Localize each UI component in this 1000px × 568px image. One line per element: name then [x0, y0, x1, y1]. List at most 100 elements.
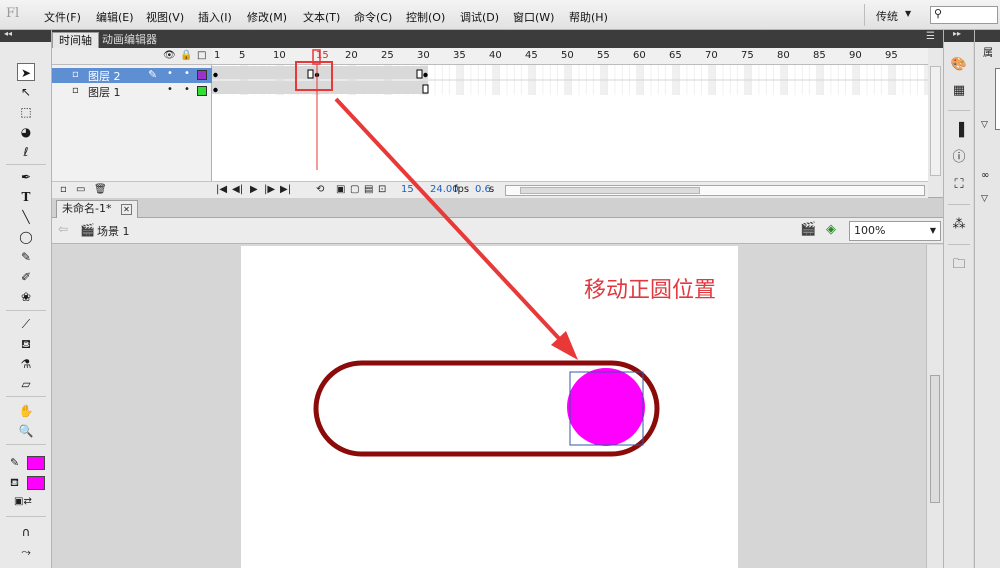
align-panel-icon[interactable]: ▐ — [950, 122, 968, 140]
lock-dot[interactable]: • — [184, 68, 190, 79]
play-icon[interactable]: ▶ — [250, 184, 258, 195]
delete-layer-icon[interactable]: 🗑 — [94, 184, 107, 195]
onion-skin-icon[interactable]: ▣ — [336, 184, 345, 195]
color-panel-icon[interactable]: 🎨 — [950, 56, 968, 74]
new-layer-icon[interactable]: ▫ — [60, 184, 67, 195]
pen-tool-icon[interactable]: ✒ — [17, 168, 35, 186]
swap-colors-icon[interactable]: ▣⇄ — [14, 496, 32, 507]
link-icon[interactable]: ∞ — [981, 170, 989, 181]
info-panel-icon[interactable]: ⓘ — [950, 149, 968, 167]
scrollbar-thumb[interactable] — [930, 375, 940, 503]
menu-commands[interactable]: 命令(C) — [354, 9, 392, 25]
visibility-dot[interactable]: • — [167, 68, 173, 79]
back-arrow-icon[interactable]: ⇦ — [58, 222, 68, 236]
loop-icon[interactable]: ⟲ — [316, 184, 324, 195]
stage[interactable]: 移动正圆位置 — [241, 246, 738, 568]
tools-panel-header[interactable]: ◂◂ — [0, 29, 51, 42]
current-frame-value[interactable]: 15 — [401, 184, 414, 195]
collapse-icon[interactable]: ▸▸ — [953, 29, 961, 38]
text-tool-icon[interactable]: T — [17, 188, 35, 206]
visibility-dot[interactable]: • — [167, 84, 173, 95]
modify-markers-icon[interactable]: ⊡ — [378, 184, 386, 195]
scene-breadcrumb[interactable]: 场景 1 — [97, 223, 130, 239]
hand-tool-icon[interactable]: ✋ — [17, 402, 35, 420]
menu-window[interactable]: 窗口(W) — [513, 9, 554, 25]
bone-tool-icon[interactable]: ⟋ — [17, 315, 35, 333]
lasso-tool-icon[interactable]: ℓ — [17, 143, 35, 161]
tab-properties[interactable]: 属 — [983, 44, 993, 59]
panel-menu-icon[interactable]: ☰ — [926, 31, 935, 42]
edit-scene-icon[interactable]: 🎬 — [800, 222, 816, 237]
layer-row-1[interactable]: ▫ 图层 1 • • — [52, 84, 212, 99]
fill-color-swatch[interactable] — [27, 476, 45, 490]
line-tool-icon[interactable]: ╲ — [17, 208, 35, 226]
timeline-horizontal-scrollbar[interactable] — [505, 185, 925, 196]
components-panel-icon[interactable]: ⁂ — [950, 216, 968, 234]
stage-vertical-scrollbar[interactable] — [926, 245, 943, 568]
transform-panel-icon[interactable]: ⛶ — [950, 176, 968, 194]
edit-symbols-icon[interactable]: ◈ — [826, 222, 836, 237]
right-dock-header[interactable]: ▸▸ — [944, 29, 974, 42]
chevron-down-icon[interactable]: ▽ — [981, 194, 988, 204]
tab-timeline[interactable]: 时间轴 — [52, 32, 99, 48]
swatches-panel-icon[interactable]: ▦ — [950, 82, 968, 100]
subselection-tool-icon[interactable]: ↖ — [17, 83, 35, 101]
eye-icon[interactable]: 👁 — [163, 50, 176, 61]
timeline-vertical-scrollbar[interactable] — [930, 66, 941, 176]
document-tab[interactable]: 未命名-1* ✕ — [56, 200, 138, 218]
help-search-input[interactable]: ⚲ — [930, 6, 998, 24]
lock-dot[interactable]: • — [184, 84, 190, 95]
selection-tool-icon[interactable]: ➤ — [17, 63, 35, 81]
first-frame-icon[interactable]: |◀ — [216, 184, 227, 195]
layer-outline-color[interactable] — [197, 70, 207, 80]
smooth-icon[interactable]: ⤳ — [17, 543, 35, 561]
zoom-select[interactable]: 100% ▼ — [849, 221, 941, 241]
zoom-tool-icon[interactable]: 🔍 — [17, 422, 35, 440]
paint-bucket-tool-icon[interactable]: ⛾ — [17, 335, 35, 353]
close-icon[interactable]: ✕ — [120, 203, 132, 215]
prev-frame-icon[interactable]: ◀| — [232, 184, 243, 195]
chevron-down-icon[interactable]: ▽ — [981, 120, 988, 130]
frame-ruler[interactable]: 1 5 10 15 20 25 30 35 40 45 50 55 60 65 … — [212, 48, 928, 65]
menu-edit[interactable]: 编辑(E) — [96, 9, 134, 25]
menu-debug[interactable]: 调试(D) — [460, 9, 499, 25]
snap-magnet-icon[interactable]: ∩ — [17, 523, 35, 541]
3d-rotation-tool-icon[interactable]: ◕ — [17, 123, 35, 141]
layer-outline-color[interactable] — [197, 86, 207, 96]
edit-multiple-frames-icon[interactable]: ▤ — [364, 184, 373, 195]
last-frame-icon[interactable]: ▶| — [280, 184, 291, 195]
magenta-circle[interactable] — [567, 368, 645, 446]
layer-row-2[interactable]: ▫ 图层 2 ✎ • • — [52, 68, 212, 83]
chevron-down-icon[interactable]: ▼ — [930, 222, 936, 240]
menu-help[interactable]: 帮助(H) — [569, 9, 608, 25]
layer-header: 👁 🔒 □ — [52, 48, 212, 65]
pencil-tool-icon[interactable]: ✎ — [17, 248, 35, 266]
stroke-color-swatch[interactable] — [27, 456, 45, 470]
eyedropper-tool-icon[interactable]: ⚗ — [17, 355, 35, 373]
outline-icon[interactable]: □ — [197, 50, 206, 61]
chevron-down-icon[interactable]: ▼ — [905, 9, 911, 18]
ruler-tick: 40 — [489, 50, 502, 61]
tab-motion-editor[interactable]: 动画编辑器 — [96, 32, 163, 48]
menu-file[interactable]: 文件(F) — [44, 9, 81, 25]
menu-view[interactable]: 视图(V) — [146, 9, 184, 25]
deco-tool-icon[interactable]: ❀ — [17, 288, 35, 306]
lock-icon[interactable]: 🔒 — [180, 50, 192, 61]
new-folder-icon[interactable]: ▭ — [76, 184, 85, 195]
scrollbar-thumb[interactable] — [520, 187, 700, 194]
menu-insert[interactable]: 插入(I) — [198, 9, 232, 25]
menu-control[interactable]: 控制(O) — [406, 9, 445, 25]
onion-outline-icon[interactable]: ▢ — [350, 184, 359, 195]
frame-grid[interactable] — [212, 65, 928, 95]
free-transform-tool-icon[interactable]: ⬚ — [17, 103, 35, 121]
library-panel-icon[interactable]: 🗀 — [950, 256, 968, 274]
menu-text[interactable]: 文本(T) — [303, 9, 340, 25]
collapse-icon[interactable]: ◂◂ — [4, 29, 12, 38]
next-frame-icon[interactable]: |▶ — [264, 184, 275, 195]
eraser-tool-icon[interactable]: ▱ — [17, 375, 35, 393]
properties-panel-header[interactable] — [975, 30, 1000, 42]
menu-modify[interactable]: 修改(M) — [247, 9, 287, 25]
workspace-switcher[interactable]: 传统 — [876, 8, 898, 24]
brush-tool-icon[interactable]: ✐ — [17, 268, 35, 286]
oval-tool-icon[interactable]: ◯ — [17, 228, 35, 246]
